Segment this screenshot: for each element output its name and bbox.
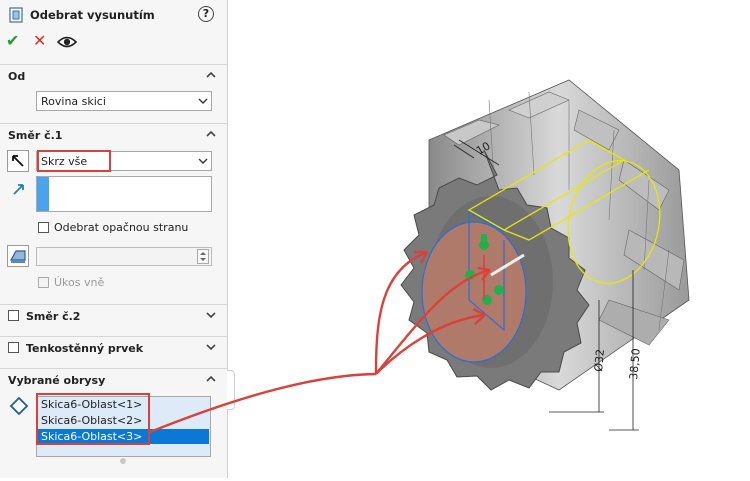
chevron-up-icon[interactable] <box>205 69 217 81</box>
section-direction1-title: Směr č.1 <box>8 129 63 142</box>
od-select[interactable]: Rovina skici <box>36 91 212 111</box>
property-manager-panel: Odebrat vysunutím ? ✔ ✕ Od Rovina skici … <box>0 0 228 478</box>
contour-diamond-icon <box>9 396 29 416</box>
direction2-checkbox[interactable] <box>8 310 19 321</box>
flip-side-label: Odebrat opačnou stranu <box>54 221 189 234</box>
chevron-down-icon <box>198 98 208 104</box>
highlight-contours <box>36 393 150 445</box>
section-od-title: Od <box>8 70 26 83</box>
preview-eye-icon[interactable] <box>57 35 77 49</box>
selection-color-bar <box>37 177 49 211</box>
draft-angle-input[interactable] <box>36 247 212 266</box>
od-select-value: Rovina skici <box>41 95 106 108</box>
cancel-button[interactable]: ✕ <box>33 32 46 50</box>
reverse-direction-icon <box>12 155 24 167</box>
section-direction2-title: Směr č.2 <box>26 310 81 323</box>
section-contours-title: Vybrané obrysy <box>8 374 106 387</box>
dimension-label[interactable]: Ø32 <box>592 349 607 373</box>
selected-profile-region[interactable] <box>421 221 527 363</box>
panel-titlebar: Odebrat vysunutím ? <box>0 0 228 30</box>
reverse-direction-button[interactable] <box>7 150 29 172</box>
help-button[interactable]: ? <box>198 6 214 22</box>
section-contours-header[interactable]: Vybrané obrysy <box>0 368 228 391</box>
section-od-header[interactable]: Od <box>0 64 228 87</box>
chevron-up-icon[interactable] <box>205 128 217 140</box>
graphics-viewport[interactable]: 10 Ø32 38,50 <box>229 0 750 478</box>
resize-grip[interactable] <box>120 458 126 464</box>
chevron-down-icon[interactable] <box>205 309 217 321</box>
draft-button[interactable] <box>7 245 29 267</box>
section-thin-feature-header[interactable]: Tenkostěnný prvek <box>0 336 228 359</box>
section-direction2-header[interactable]: Směr č.2 <box>0 304 228 327</box>
spin-arrows-icon[interactable] <box>197 249 209 264</box>
panel-actions: ✔ ✕ <box>0 30 228 54</box>
gear-model[interactable]: 10 Ø32 38,50 <box>229 0 750 478</box>
chevron-up-icon[interactable] <box>205 373 217 385</box>
section-direction1-header[interactable]: Směr č.1 <box>0 123 228 146</box>
section-thin-feature-title: Tenkostěnný prvek <box>26 342 144 355</box>
ok-button[interactable]: ✔ <box>6 32 19 50</box>
chevron-down-icon <box>198 158 208 164</box>
chevron-down-icon[interactable] <box>205 341 217 353</box>
direction-reference-field[interactable] <box>36 176 212 212</box>
direction-arrow-icon <box>13 184 24 195</box>
highlight-end-condition <box>37 150 111 172</box>
cut-extrude-icon <box>9 7 23 23</box>
draft-outward-checkbox[interactable] <box>38 277 49 288</box>
thin-feature-checkbox[interactable] <box>8 342 19 353</box>
panel-title: Odebrat vysunutím <box>30 8 155 22</box>
draft-icon <box>9 250 26 263</box>
flip-side-checkbox[interactable] <box>38 222 49 233</box>
dimension-label[interactable]: 38,50 <box>627 348 643 381</box>
draft-outward-label: Úkos vně <box>54 276 105 289</box>
